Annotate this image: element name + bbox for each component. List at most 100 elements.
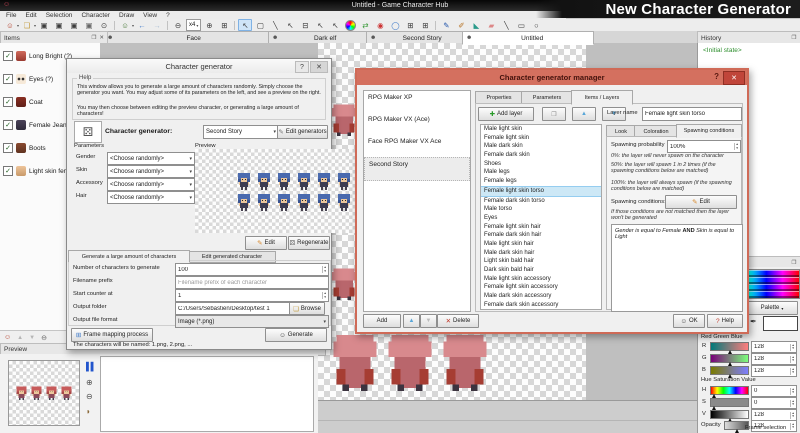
tab-untitled[interactable]: ☻ Untitled (462, 31, 594, 45)
prefix-input[interactable] (178, 280, 326, 286)
ok-button[interactable]: ☺ OK (673, 314, 705, 328)
output-folder-field[interactable] (175, 302, 293, 315)
help-button[interactable]: ? Help (707, 314, 743, 328)
probability-field[interactable] (667, 140, 741, 153)
generate-button[interactable]: ☺ Generate (265, 328, 327, 342)
duplicate-layer-button[interactable]: ❐ (542, 107, 566, 121)
move-layer-up-button[interactable]: ▲ (572, 107, 596, 121)
move-generator-up-button[interactable]: ▲ (403, 314, 420, 328)
count-input[interactable] (178, 267, 322, 273)
dialog-close-icon[interactable]: ✕ (723, 71, 745, 85)
current-color-swatch[interactable] (763, 316, 798, 331)
dialog-close-icon[interactable]: ✕ (310, 61, 328, 73)
layer-item[interactable]: Female light skin accessory (481, 283, 601, 292)
layer-item[interactable]: Male light skin (481, 125, 601, 134)
swap-frame-tool-icon[interactable]: ↖ (313, 19, 327, 31)
s-value-field[interactable] (751, 397, 797, 409)
pause-icon[interactable]: ▌▌ (86, 362, 95, 371)
output-folder-input[interactable] (178, 306, 290, 312)
item-checkbox[interactable]: ✓ (3, 74, 13, 84)
palette-swap-icon[interactable]: ⇄ (358, 19, 372, 31)
pointer-tool-icon[interactable]: ↖ (238, 19, 252, 31)
gender-select[interactable]: <Choose randomly> (107, 152, 195, 165)
h-slider[interactable] (710, 386, 749, 395)
zoom-out-icon[interactable]: ⊖ (171, 19, 185, 31)
circle-select-icon[interactable]: ◯ (388, 19, 402, 31)
fill-tool-icon[interactable]: ◣ (469, 19, 483, 31)
menu-selection[interactable]: Selection (46, 12, 73, 19)
counter-input[interactable] (178, 293, 322, 299)
frame-mapping-button[interactable]: ⊞ Frame mapping process (71, 328, 153, 342)
rect-tool-icon[interactable]: ▭ (514, 19, 528, 31)
edit-button[interactable]: ✎ Edit (245, 236, 287, 250)
layer-item[interactable]: Male legs (481, 168, 601, 177)
preview-zoom-in-icon[interactable]: ⊕ (86, 378, 93, 387)
pencil-tool-icon[interactable]: ✎ (439, 19, 453, 31)
eyedropper-icon[interactable]: ✒ (750, 317, 757, 326)
item-checkbox[interactable]: ✓ (3, 51, 13, 61)
layer-item[interactable]: Male dark skin hair (481, 249, 601, 258)
undo-icon[interactable]: ← (135, 19, 149, 31)
pick-frame-tool-icon[interactable]: ↖ (328, 19, 342, 31)
layer-item[interactable]: Male torso (481, 205, 601, 214)
accessory-select[interactable]: <Choose randomly> (107, 178, 195, 191)
export-icon[interactable]: ▣ (82, 19, 96, 31)
layer-item[interactable]: Male light skin hair (481, 240, 601, 249)
v-slider[interactable] (710, 410, 749, 419)
generator-item[interactable]: RPG Maker VX (Ace) (364, 113, 470, 135)
history-entry[interactable]: <Initial state> (698, 43, 800, 54)
s-slider[interactable] (710, 398, 749, 407)
layer-item[interactable]: Female dark skin (481, 151, 601, 160)
dialog-title-bar[interactable]: Character generator manager (357, 70, 747, 85)
zoom-level-combo[interactable]: x4▾ (186, 19, 201, 31)
generator-select[interactable]: Second Story (203, 125, 279, 139)
counter-field[interactable] (175, 289, 329, 302)
layer-item[interactable]: Male light skin accessory (481, 275, 601, 284)
probability-input[interactable] (670, 144, 734, 150)
generator-item[interactable]: RPG Maker XP (364, 91, 470, 113)
color-wheel-icon[interactable] (343, 19, 357, 31)
new-dropdown-icon[interactable]: ▾ (17, 23, 19, 28)
animation-mode-icon[interactable]: ◗ (86, 407, 91, 416)
tab-items-layers[interactable]: Items / Layers (571, 90, 633, 105)
palette-dropdown-button[interactable]: Palette ▾ (746, 301, 798, 315)
generator-item[interactable]: Face RPG Maker VX Ace (364, 135, 470, 157)
dialog-help-icon[interactable]: ? (295, 61, 309, 73)
remove-frame-tool-icon[interactable]: ⊟ (298, 19, 312, 31)
menu-draw[interactable]: Draw (119, 12, 134, 19)
tab-spawning-conditions[interactable]: Spawning conditions (676, 124, 742, 138)
float-panel-icon[interactable]: ❐ (791, 260, 796, 266)
character-icon[interactable]: ☺ (4, 334, 11, 341)
add-layer-button[interactable]: ✚ Add layer (478, 107, 534, 121)
b-slider[interactable] (710, 366, 749, 375)
preview-zoom-out-icon[interactable]: ⊖ (86, 392, 93, 401)
float-panel-icon[interactable]: ❐ (791, 35, 796, 41)
open-icon[interactable]: ❏ (20, 19, 34, 31)
browse-button[interactable]: ❏ Browse (289, 302, 325, 315)
save-as-icon[interactable]: ▣ (52, 19, 66, 31)
layer-item[interactable]: Female dark skin accessory (481, 301, 601, 310)
menu-edit[interactable]: Edit (25, 12, 36, 19)
history-clock-icon[interactable]: ⊙ (97, 19, 111, 31)
frame-view-2-icon[interactable]: ⊞ (418, 19, 432, 31)
select-frame-tool-icon[interactable]: ▢ (253, 19, 267, 31)
g-slider[interactable] (710, 354, 749, 363)
edit-generators-button[interactable]: ✎ Edit generators (277, 125, 328, 139)
new-character-icon[interactable]: ☺ (3, 19, 17, 31)
v-value-input[interactable] (754, 412, 790, 418)
ellipse-tool-icon[interactable]: ○ (529, 19, 543, 31)
layer-item[interactable]: Female light skin (481, 134, 601, 143)
dialog-title-bar[interactable]: Character generator (67, 59, 331, 73)
menu-character[interactable]: Character (81, 12, 110, 19)
layer-item[interactable]: Female light skin hair (481, 223, 601, 232)
menu-help[interactable]: ? (166, 12, 170, 19)
dialog-help-icon[interactable]: ? (714, 72, 719, 81)
save-all-icon[interactable]: ▣ (67, 19, 81, 31)
generator-item-selected[interactable]: Second Story (364, 157, 470, 181)
open-dropdown-icon[interactable]: ▾ (34, 23, 36, 28)
output-format-select[interactable]: Image (*.png) (175, 315, 329, 328)
layer-item[interactable]: Female legs (481, 177, 601, 186)
g-value-input[interactable] (754, 356, 790, 362)
float-panel-icon[interactable]: ❐ (91, 35, 96, 41)
layer-item[interactable]: Light skin bald hair (481, 257, 601, 266)
